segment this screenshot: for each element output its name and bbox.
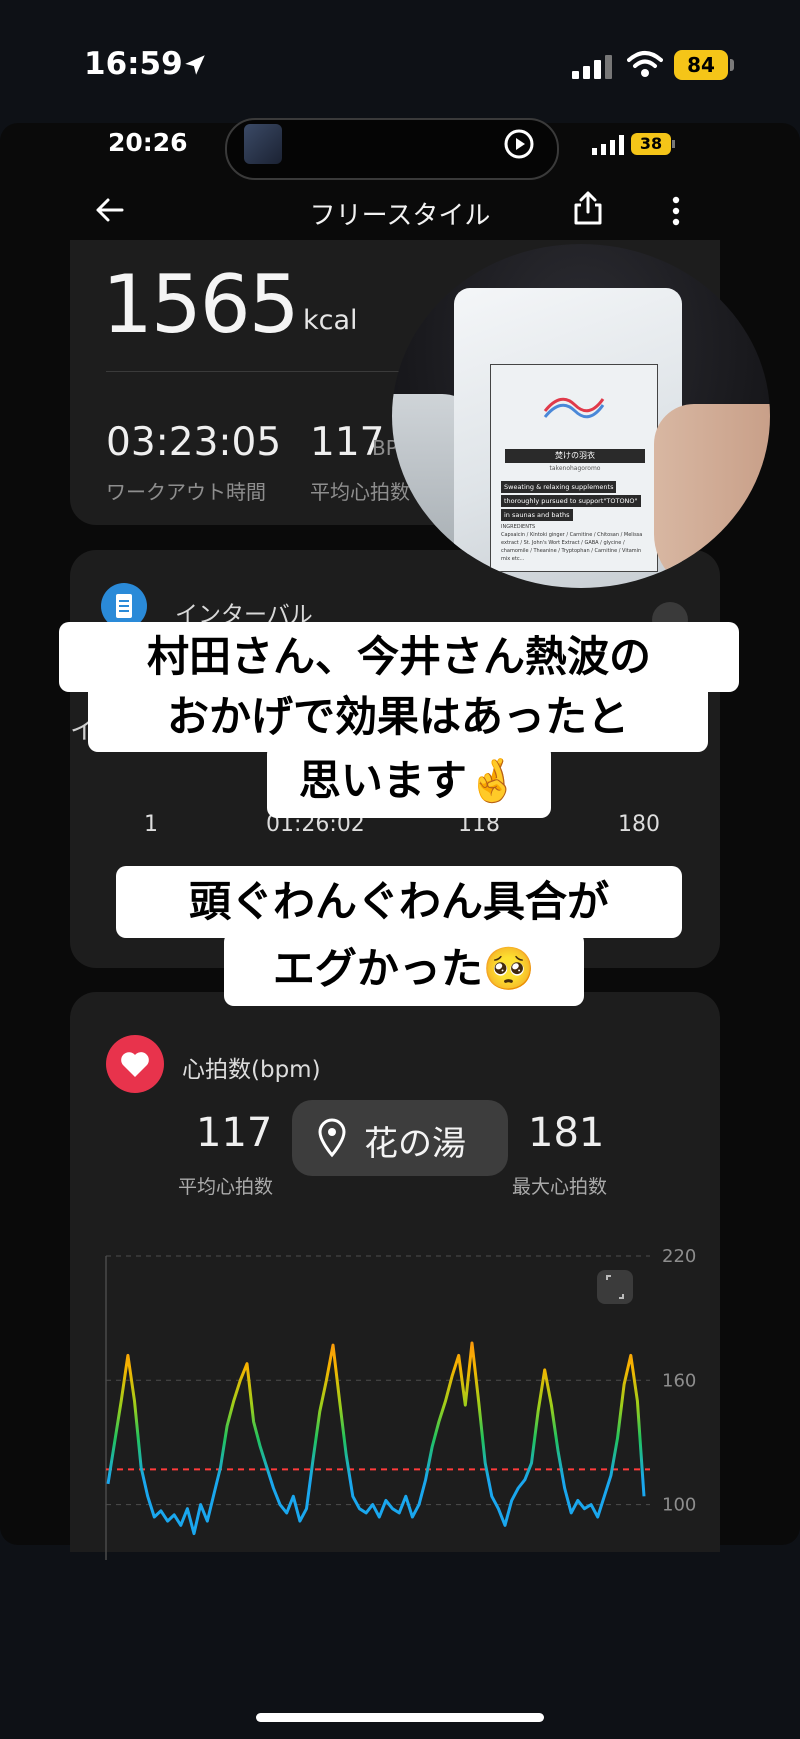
battery-indicator: 84 [674, 50, 728, 80]
inner-battery: 38 [631, 133, 671, 155]
hand [654, 404, 770, 588]
wifi-icon [627, 51, 663, 77]
duration-label: ワークアウト時間 [106, 480, 266, 504]
caption-line-2: おかげで効果はあったと [88, 682, 708, 752]
calories-value: 1565 [102, 258, 300, 351]
desc-line-2: thoroughly pursued to support"TOTONO" [501, 495, 641, 507]
cellular-signal-icon [572, 55, 612, 79]
status-time: 16:59 [84, 46, 183, 82]
brand-name: 焚けの羽衣 [505, 449, 645, 463]
hr-avg-label: 平均心拍数 [178, 1176, 274, 1198]
desc-line-3: in saunas and baths [501, 509, 573, 521]
chart-expand-icon [597, 1270, 633, 1304]
heart-icon [106, 1035, 164, 1093]
inner-battery-tip [672, 140, 675, 148]
hr-max-label: 最大心拍数 [512, 1176, 608, 1198]
home-indicator[interactable] [256, 1713, 544, 1722]
brand-sub: takenohagoromo [549, 465, 601, 472]
desc-line-1: Sweating & relaxing supplements [501, 481, 617, 493]
hr-avg-value: 117 [196, 1110, 273, 1156]
play-icon[interactable] [503, 128, 535, 160]
pouch-label: 焚けの羽衣 takenohagoromo Sweating & relaxing… [490, 364, 658, 572]
location-name: 花の湯 [364, 1124, 466, 1164]
share-icon[interactable] [572, 190, 604, 226]
battery-tip [730, 59, 734, 71]
caption-line-5: エグかった🥺 [224, 932, 584, 1006]
location-arrow-icon [185, 55, 205, 75]
map-pin-icon [318, 1118, 346, 1158]
hr-max-value: 181 [528, 1110, 605, 1156]
ingredients: INGREDIENTS Capsaicin / Kintoki ginger /… [501, 523, 651, 563]
caption-line-3: 思います🤞 [267, 744, 551, 818]
inner-signal-icon [592, 135, 624, 155]
inner-status-time: 20:26 [108, 128, 188, 157]
chart-y-tick-label: 220 [662, 1246, 696, 1267]
duration-value: 03:23:05 [106, 420, 282, 465]
ingredients-text: Capsaicin / Kintoki ginger / Carnitine /… [501, 532, 643, 562]
caption-line-4: 頭ぐわんぐわん具合が [116, 866, 682, 938]
chart-y-tick-label: 160 [662, 1370, 696, 1391]
more-options-icon[interactable] [664, 193, 688, 229]
calories-unit: kcal [303, 305, 358, 336]
interval-max-hr: 180 [618, 812, 660, 837]
heart-rate-chart: 220 160 100 [105, 1246, 696, 1560]
logo-icon [543, 397, 605, 419]
supplement-photo: 焚けの羽衣 takenohagoromo Sweating & relaxing… [392, 244, 770, 588]
now-playing-thumbnail [244, 124, 282, 164]
ingredients-heading: INGREDIENTS [501, 524, 536, 530]
heart-rate-title: 心拍数(bpm) [182, 1057, 321, 1083]
chart-y-tick-label: 100 [662, 1495, 696, 1516]
interval-lap: 1 [144, 812, 158, 837]
supplement-pouch: 焚けの羽衣 takenohagoromo Sweating & relaxing… [454, 288, 682, 588]
